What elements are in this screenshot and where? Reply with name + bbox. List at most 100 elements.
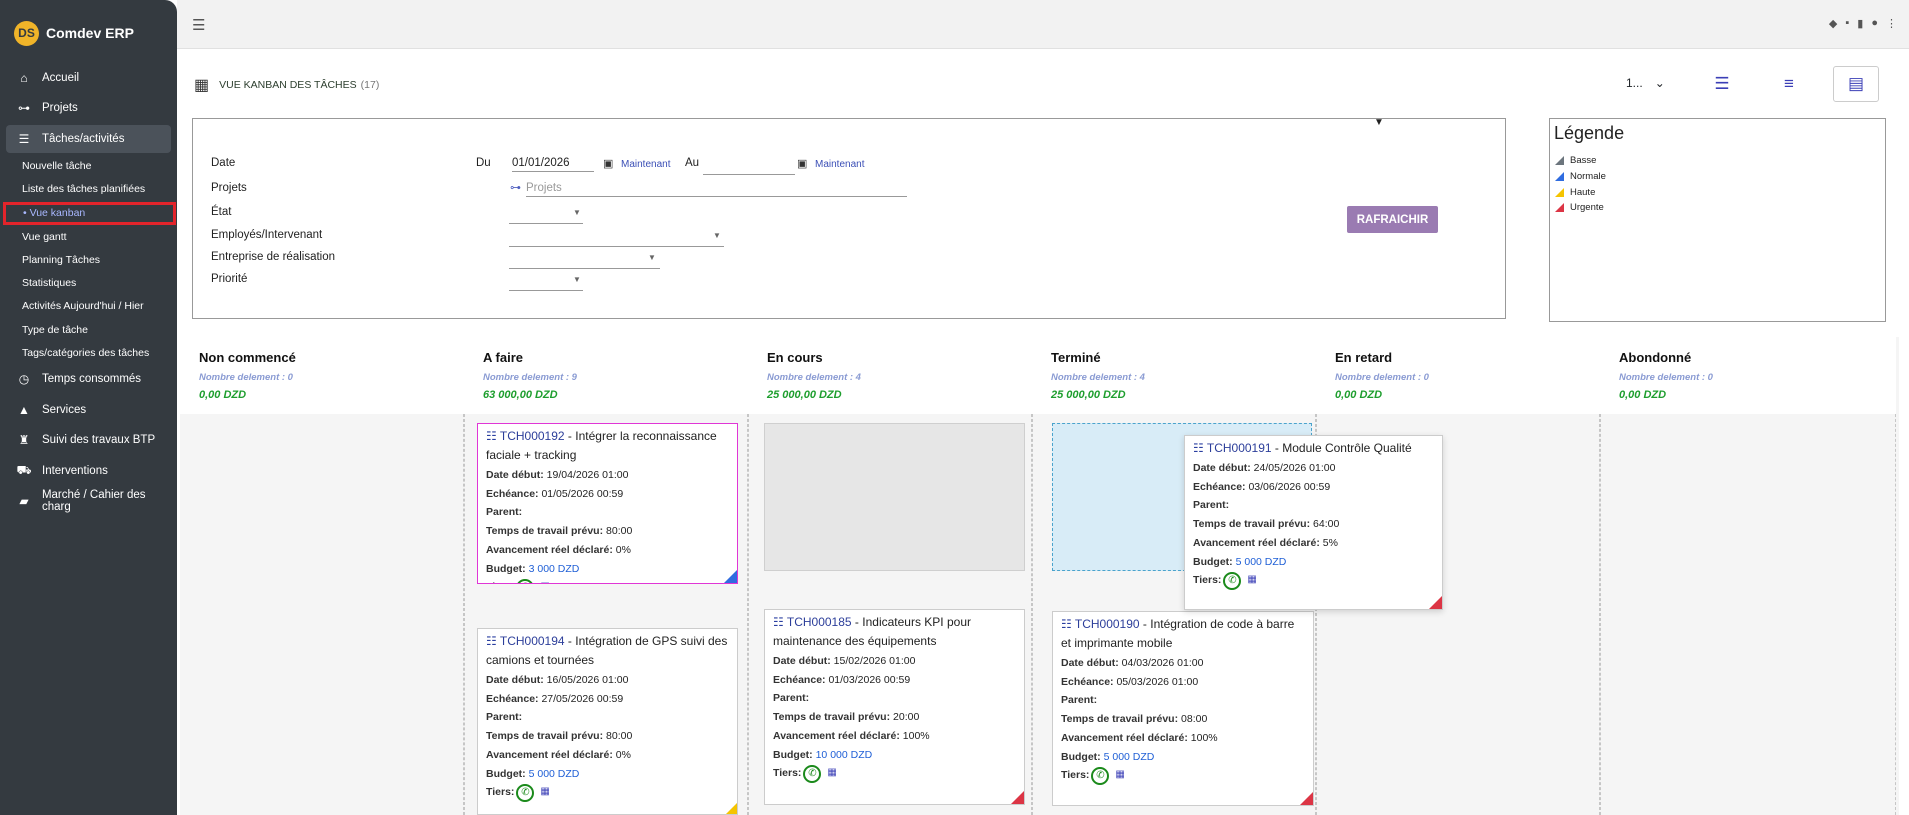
brand[interactable]: DS Comdev ERP [14, 20, 134, 46]
task-card[interactable]: ☷ TCH000194 - Intégration de GPS suivi d… [477, 628, 738, 815]
chat-icon[interactable]: ▪ [1845, 17, 1849, 30]
column-body [180, 414, 464, 815]
task-ref[interactable]: TCH000190 [1075, 617, 1140, 631]
list-view-button[interactable]: ☰ [1699, 66, 1745, 102]
priority-triangle-icon [1555, 156, 1564, 165]
sidebar-item-temps[interactable]: ◷ Temps consommés [0, 365, 177, 393]
align-icon: ≡ [1784, 74, 1794, 93]
task-card[interactable]: ☷ TCH000192 - Intégrer la reconnaissance… [477, 423, 738, 584]
projets-label: Projets [211, 182, 247, 194]
user-icon[interactable]: ● [1871, 17, 1878, 30]
start-label: Date début: [486, 469, 544, 481]
etat-label: État [211, 206, 232, 218]
start-label: Date début: [1193, 462, 1251, 474]
kanban-view-button[interactable]: ▤ [1833, 66, 1879, 102]
refresh-button[interactable]: RAFRAICHIR [1347, 206, 1438, 233]
column-name: Terminé [1051, 350, 1101, 365]
sidebar-item-projets[interactable]: ⊶ Projets [0, 94, 177, 122]
building-icon[interactable]: ▦ [1247, 571, 1256, 590]
task-list-icon: ☷ [486, 429, 500, 443]
due-label: Echéance: [486, 487, 539, 500]
task-list-icon: ☷ [773, 615, 787, 629]
building-icon[interactable]: ▦ [827, 764, 836, 783]
employes-select[interactable] [509, 229, 724, 247]
task-list-icon: ☷ [1061, 617, 1075, 631]
entreprise-select[interactable] [509, 251, 660, 269]
task-ref[interactable]: TCH000185 [787, 615, 852, 629]
page-select[interactable]: 1... ⌄ [1626, 76, 1665, 90]
subitem-planning[interactable]: Planning Tâches [22, 254, 100, 266]
au-label: Au [685, 157, 700, 169]
priority-triangle-icon [1555, 203, 1564, 212]
tiers-label: Tiers: [1193, 574, 1222, 587]
subitem-tags[interactable]: Tags/catégories des tâches [22, 347, 149, 359]
whatsapp-icon[interactable]: ✆ [516, 783, 535, 802]
sidebar-item-taches[interactable]: ☰ Tâches/activités [6, 125, 171, 153]
task-ref[interactable]: TCH000194 [500, 634, 565, 648]
progress-label: Avancement réel déclaré: [1061, 731, 1188, 744]
priority-corner-icon [1429, 596, 1442, 609]
filter-icon[interactable]: ▼ [1374, 117, 1384, 128]
legend-panel: Légende Basse Normale Haute Urgente [1549, 118, 1886, 322]
projets-input[interactable]: Projets [526, 182, 907, 197]
due-label: Echéance: [1193, 480, 1246, 493]
calendar-icon[interactable]: ▣ [603, 157, 613, 170]
calendar-icon[interactable]: ▣ [797, 157, 807, 170]
tiers-label: Tiers: [1061, 769, 1090, 782]
whatsapp-icon[interactable]: ✆ [803, 764, 822, 783]
now-from-link[interactable]: Maintenant [621, 159, 670, 170]
menu-toggle-icon[interactable]: ☰ [192, 16, 205, 34]
building-icon[interactable]: ▦ [540, 783, 549, 802]
whatsapp-icon[interactable]: ✆ [1091, 766, 1110, 785]
compact-view-button[interactable]: ≡ [1766, 66, 1812, 102]
progress-value: 5% [1322, 536, 1338, 549]
legend-item: Basse [1555, 155, 1596, 166]
sidebar-item-label: Temps consommés [42, 373, 142, 385]
column-budget: 25 000,00 DZD [1051, 389, 1126, 401]
task-ref[interactable]: TCH000191 [1207, 441, 1272, 455]
subitem-statistiques[interactable]: Statistiques [22, 277, 76, 289]
sidebar-item-marche[interactable]: ▰ Marché / Cahier des charg [0, 487, 177, 515]
planned-value: 80:00 [606, 730, 633, 743]
task-ref[interactable]: TCH000192 [500, 429, 565, 443]
priorite-select[interactable] [509, 273, 583, 291]
date-to-input[interactable] [703, 157, 795, 175]
whatsapp-icon[interactable]: ✆ [516, 578, 535, 583]
notification-icon[interactable]: ◆ [1829, 17, 1837, 30]
task-list-icon: ☷ [1193, 441, 1207, 455]
now-to-link[interactable]: Maintenant [815, 159, 864, 170]
subitem-activites[interactable]: Activités Aujourd'hui / Hier [22, 300, 144, 312]
clipboard-icon[interactable]: ▮ [1857, 17, 1863, 30]
building-icon[interactable]: ▦ [540, 578, 549, 583]
task-card-dragging[interactable]: ☷ TCH000191 - Module Contrôle Qualité Da… [1184, 435, 1443, 610]
budget-label: Budget: [1061, 750, 1101, 763]
dropdown-arrow-icon: ▼ [713, 231, 721, 240]
sidebar-item-services[interactable]: ▲ Services [0, 396, 177, 424]
more-icon[interactable]: ⋮ [1886, 17, 1897, 30]
column-count: Nombre delement : 4 [767, 372, 861, 383]
etat-select[interactable] [509, 206, 583, 224]
date-from-input[interactable]: 01/01/2026 [512, 157, 594, 172]
sidebar-item-accueil[interactable]: ⌂ Accueil [0, 64, 177, 92]
parent-label: Parent: [486, 711, 523, 724]
column-count: Nombre delement : 4 [1051, 372, 1145, 383]
building-icon[interactable]: ▦ [1115, 766, 1124, 785]
subitem-liste-taches[interactable]: Liste des tâches planifiées [22, 183, 145, 195]
dropdown-arrow-icon: ▼ [573, 275, 581, 284]
whatsapp-icon[interactable]: ✆ [1223, 571, 1242, 590]
task-card[interactable]: ☷ TCH000185 - Indicateurs KPI pour maint… [764, 609, 1025, 805]
planned-value: 20:00 [893, 711, 920, 724]
legend-item: Haute [1555, 187, 1595, 198]
budget-label: Budget: [486, 562, 526, 575]
subitem-type-tache[interactable]: Type de tâche [22, 324, 88, 336]
subitem-nouvelle-tache[interactable]: Nouvelle tâche [22, 160, 91, 172]
sidebar-item-interventions[interactable]: ⛟ Interventions [0, 457, 177, 485]
sidebar-item-suivi-btp[interactable]: ♜ Suivi des travaux BTP [0, 426, 177, 454]
column-budget: 63 000,00 DZD [483, 389, 558, 401]
logo: DS [14, 20, 39, 46]
budget-label: Budget: [1193, 555, 1233, 568]
services-icon: ▲ [18, 403, 30, 417]
task-card[interactable]: ☷ TCH000190 - Intégration de code à barr… [1052, 611, 1314, 806]
column-header: Terminé Nombre delement : 4 25 000,00 DZ… [1032, 337, 1316, 414]
subitem-vue-gantt[interactable]: Vue gantt [22, 231, 67, 243]
